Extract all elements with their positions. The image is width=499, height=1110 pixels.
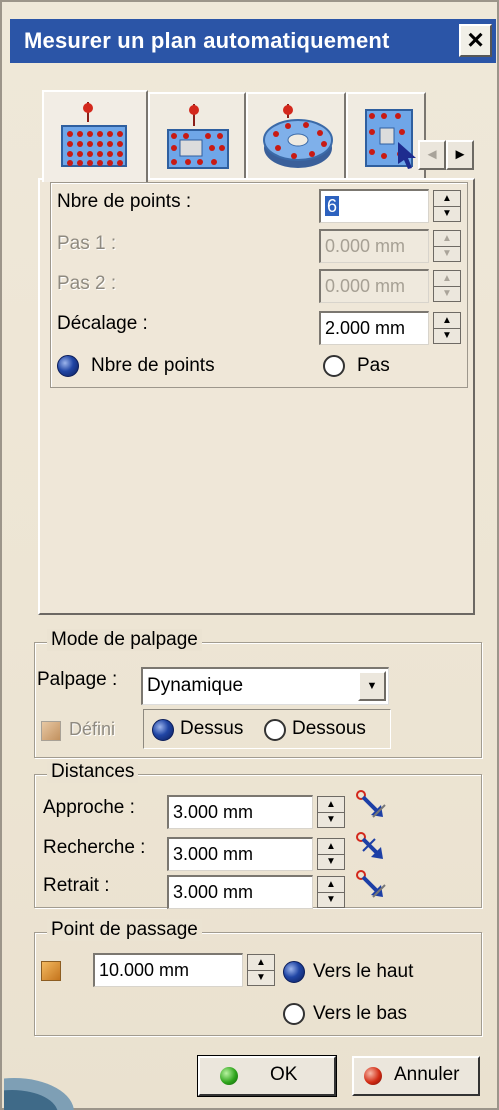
spin-up-icon[interactable]: ▲ [434,313,460,329]
palpage-label: Palpage : [37,669,118,690]
spin-down-icon[interactable]: ▼ [434,246,460,261]
circular-points-plane-icon [263,104,333,168]
cancel-label: Annuler [394,1064,460,1085]
probing-mode-group: Mode de palpage Palpage : Dynamique ▼ Dé… [34,629,482,758]
hole-points-plane-icon [167,104,229,169]
recherche-label: Recherche : [43,837,146,858]
ok-label: OK [270,1064,298,1085]
nb-points-value: 6 [325,196,340,216]
spin-up-icon[interactable]: ▲ [434,231,460,247]
distances-group: Distances Approche : 3.000 mm ▲ ▼ Recher… [34,761,482,909]
spin-down-icon[interactable]: ▼ [434,286,460,301]
radio-vers-le-bas-label: Vers le bas [313,1003,407,1024]
radio-nb-points[interactable] [57,355,79,377]
radio-dessus[interactable] [152,719,174,741]
spin-down-icon[interactable]: ▼ [248,970,274,985]
spin-down-icon[interactable]: ▼ [318,854,344,869]
passage-point-checkbox[interactable] [41,961,61,981]
pas2-label: Pas 2 : [57,273,117,294]
distances-title: Distances [47,761,139,783]
approach-direction-icon[interactable] [355,789,387,823]
nb-points-spinner[interactable]: ▲ ▼ [433,190,461,222]
chevron-down-icon[interactable]: ▼ [358,671,386,701]
radio-vers-le-bas[interactable] [283,1003,305,1025]
palpage-select[interactable]: Dynamique ▼ [141,667,389,705]
radio-pas[interactable] [323,355,345,377]
spin-down-icon[interactable]: ▼ [318,892,344,907]
pas1-spinner[interactable]: ▲ ▼ [433,230,461,262]
background-decoration [4,1078,74,1110]
pas1-input[interactable]: 0.000 mm [319,229,429,263]
passage-point-title: Point de passage [47,919,202,941]
radio-dessus-label: Dessus [180,718,244,739]
spin-up-icon[interactable]: ▲ [248,955,274,971]
pas2-spinner[interactable]: ▲ ▼ [433,270,461,302]
radio-vers-le-haut[interactable] [283,961,305,983]
decalage-label: Décalage : [57,313,148,334]
pocket-points-plane-icon [365,109,416,169]
passage-point-group: Point de passage 10.000 mm ▲ ▼ Vers le h… [34,919,482,1036]
ok-icon [220,1067,238,1085]
approche-input[interactable]: 3.000 mm [167,795,313,829]
palpage-select-value: Dynamique [147,675,244,696]
retract-direction-icon[interactable] [355,869,387,903]
defini-checkbox[interactable] [41,721,61,741]
retrait-label: Retrait : [43,875,110,896]
pas2-input[interactable]: 0.000 mm [319,269,429,303]
spin-down-icon[interactable]: ▼ [434,328,460,343]
approche-label: Approche : [43,797,135,818]
tab-panel: Nbre de points : 6 ▲ ▼ Pas 1 : 0.000 mm … [38,178,475,615]
cancel-icon [364,1067,382,1085]
probing-mode-title: Mode de palpage [47,629,202,651]
decalage-spinner[interactable]: ▲ ▼ [433,312,461,344]
spin-up-icon[interactable]: ▲ [318,797,344,813]
tab-scroll-right-button[interactable]: ► [446,140,474,170]
tab-hole-points[interactable] [148,92,246,178]
radio-dessous-label: Dessous [292,718,366,739]
points-group: Nbre de points : 6 ▲ ▼ Pas 1 : 0.000 mm … [50,182,468,388]
tab-circular-points[interactable] [246,92,346,178]
retrait-spinner[interactable]: ▲ ▼ [317,876,345,908]
spin-up-icon[interactable]: ▲ [318,839,344,855]
radio-dessous[interactable] [264,719,286,741]
decalage-input[interactable]: 2.000 mm [319,311,429,345]
passage-point-spinner[interactable]: ▲ ▼ [247,954,275,986]
nb-points-label: Nbre de points : [57,191,192,212]
spin-down-icon[interactable]: ▼ [318,812,344,827]
nb-points-input[interactable]: 6 [319,189,429,223]
tab-scroll-left-button[interactable]: ◄ [418,140,446,170]
tab-pocket-points[interactable] [346,92,426,178]
recherche-spinner[interactable]: ▲ ▼ [317,838,345,870]
tab-grid-points[interactable] [42,90,148,182]
passage-point-input[interactable]: 10.000 mm [93,953,243,987]
dialog-title: Mesurer un plan automatiquement [24,28,390,53]
side-radio-box: Dessus Dessous [143,709,391,749]
recherche-input[interactable]: 3.000 mm [167,837,313,871]
approche-spinner[interactable]: ▲ ▼ [317,796,345,828]
ok-button[interactable]: OK [197,1055,337,1097]
pas1-label: Pas 1 : [57,233,117,254]
measure-plane-dialog: Mesurer un plan automatiquement × ◄ ► Nb… [0,0,499,1110]
title-bar[interactable]: Mesurer un plan automatiquement × [10,19,496,63]
spin-up-icon[interactable]: ▲ [434,271,460,287]
spin-down-icon[interactable]: ▼ [434,206,460,221]
grid-points-plane-icon [61,102,127,167]
defini-label: Défini [69,719,116,739]
spin-up-icon[interactable]: ▲ [318,877,344,893]
radio-vers-le-haut-label: Vers le haut [313,961,414,982]
close-button[interactable]: × [459,24,492,57]
retrait-input[interactable]: 3.000 mm [167,875,313,909]
search-direction-icon[interactable] [355,831,387,865]
spin-up-icon[interactable]: ▲ [434,191,460,207]
cancel-button[interactable]: Annuler [352,1056,480,1096]
radio-pas-label: Pas [357,355,390,376]
radio-nb-points-label: Nbre de points [91,355,215,376]
